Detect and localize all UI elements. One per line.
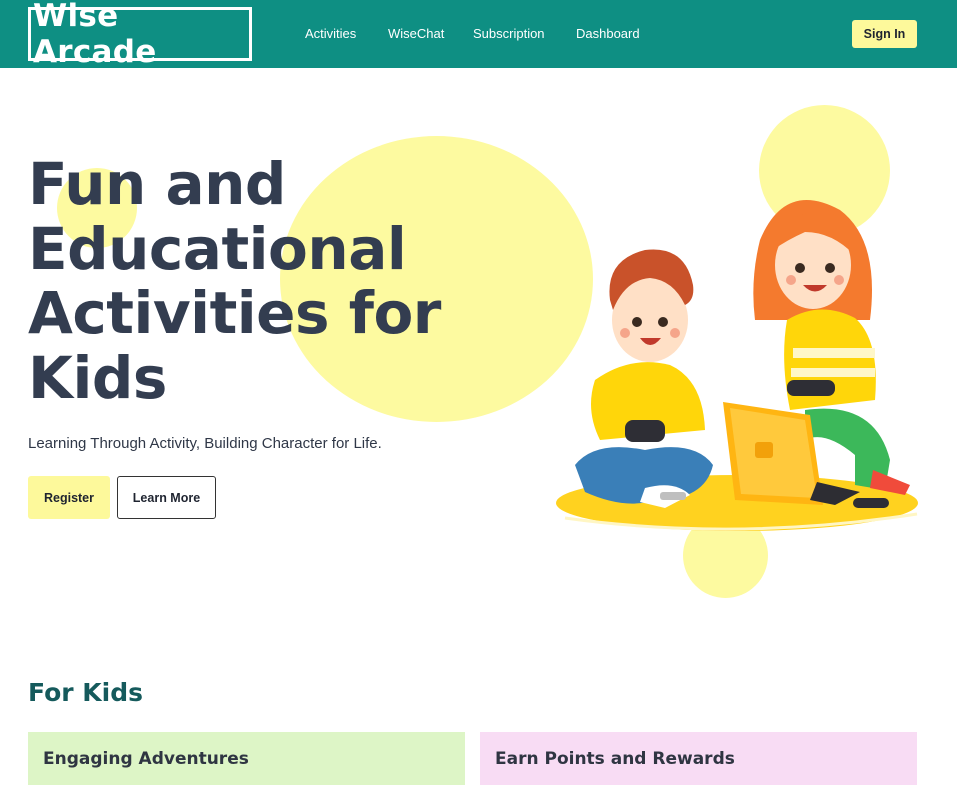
logo-box: Wise Arcade [31,0,249,70]
hero-title: Fun and Educational Activities for Kids [28,150,441,412]
card-earn-points: Earn Points and Rewards [480,732,917,785]
register-button[interactable]: Register [28,476,110,519]
nav-activities[interactable]: Activities [305,25,356,42]
nav-wisechat[interactable]: WiseChat [388,25,444,42]
top-navbar: Wise Arcade Activities WiseChat Subscrip… [0,0,957,70]
card-engaging-adventures: Engaging Adventures [28,732,465,785]
kids-gaming-illustration [556,200,918,531]
logo-text: Wise Arcade [33,0,157,70]
learn-more-button[interactable]: Learn More [117,476,216,519]
nav-dashboard[interactable]: Dashboard [576,25,640,42]
sign-in-button[interactable]: Sign In [852,20,917,48]
logo[interactable]: Wise Arcade [28,0,252,70]
hero-subtitle: Learning Through Activity, Building Char… [28,435,382,452]
section-title: For Kids [28,678,143,707]
nav-subscription[interactable]: Subscription [473,25,545,42]
